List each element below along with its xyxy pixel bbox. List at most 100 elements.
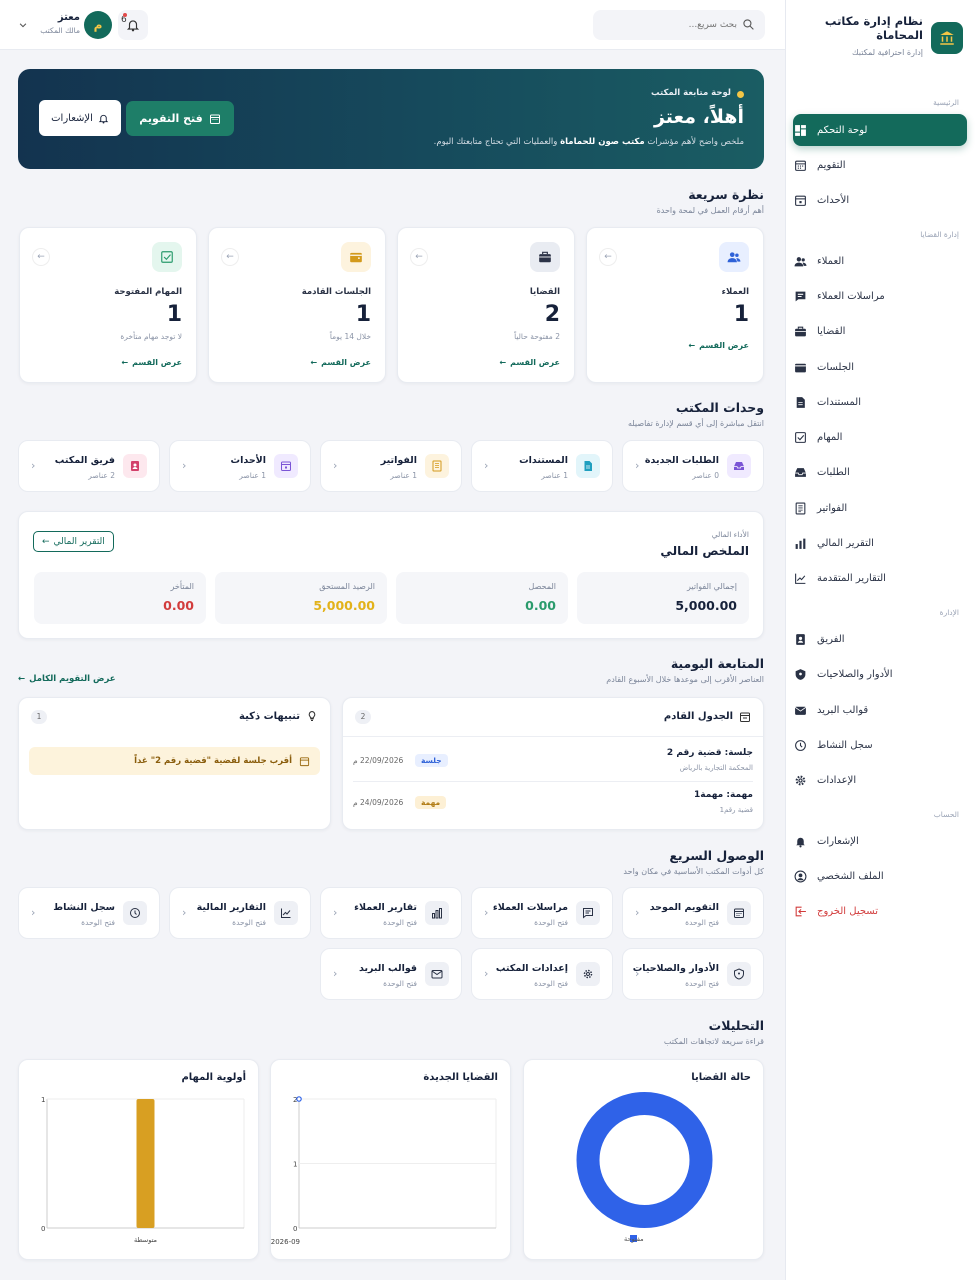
sidebar-item-settings[interactable]: الإعدادات bbox=[793, 767, 961, 793]
analytics-title: التحليلات bbox=[708, 1018, 764, 1033]
unit-card[interactable]: الفواتير 1 عناصر ‹ bbox=[320, 440, 462, 492]
finance-stat-value: 5,000.00 bbox=[675, 598, 737, 613]
notifications-button[interactable]: 6 bbox=[118, 10, 148, 40]
sidebar-item-team[interactable]: الفريق bbox=[793, 626, 961, 652]
unit-card[interactable]: الأحداث 1 عناصر ‹ bbox=[169, 440, 311, 492]
stat-card-sessions[interactable]: ← الجلسات القادمة 1 خلال 14 يوماً عرض القسم ← bbox=[208, 227, 386, 383]
finance-stat-label: الرصيد المستحق bbox=[319, 582, 375, 591]
stat-card-cases[interactable]: ← القضايا 2 2 مفتوحة حالياً عرض القسم ← bbox=[397, 227, 575, 383]
notifications-button[interactable]: الإشعارات bbox=[39, 100, 121, 136]
sidebar-item-financial-report[interactable]: التقرير المالي bbox=[793, 530, 961, 556]
shield-icon bbox=[727, 962, 751, 986]
quick-access-sub: فتح الوحدة bbox=[383, 918, 417, 927]
sidebar-item-client-messages[interactable]: مراسلات العملاء bbox=[793, 283, 961, 309]
sidebar-item-events[interactable]: الأحداث bbox=[793, 187, 961, 213]
sidebar-item-documents[interactable]: المستندات bbox=[793, 389, 961, 415]
sidebar-item-label: الفريق bbox=[817, 633, 845, 645]
y-tick-label: 1 bbox=[293, 1161, 297, 1169]
case-status-chart-card: حالة القضايا مفتوحة bbox=[523, 1059, 764, 1260]
arrow-left-icon: ← bbox=[42, 536, 50, 547]
schedule-row[interactable]: جلسة: قضية رقم 2 المحكمة التجارية بالرياض… bbox=[353, 742, 753, 782]
view-section-link[interactable]: عرض القسم ← bbox=[688, 341, 749, 350]
legend-label: مفتوحة bbox=[624, 1235, 644, 1243]
schedule-count: 2 bbox=[355, 710, 371, 724]
unit-label: الأحداث bbox=[230, 455, 266, 466]
finance-title: الملخص المالي bbox=[660, 544, 749, 558]
quick-access-card[interactable]: إعدادات المكتب فتح الوحدة ‹ bbox=[471, 948, 613, 1000]
inbox-icon bbox=[793, 465, 807, 479]
sidebar-item-dashboard[interactable]: لوحة التحكم bbox=[793, 114, 967, 146]
financial-report-button[interactable]: التقرير المالي ← bbox=[33, 531, 114, 552]
view-section-link[interactable]: عرض القسم ← bbox=[310, 358, 371, 367]
sidebar-item-requests[interactable]: الطلبات bbox=[793, 459, 961, 485]
search-input[interactable] bbox=[593, 10, 765, 40]
bar bbox=[136, 1099, 155, 1228]
arrow-left-icon[interactable]: ← bbox=[410, 248, 428, 266]
sidebar-item-calendar[interactable]: التقويم bbox=[793, 152, 961, 178]
stat-card-tasks[interactable]: ← المهام المفتوحة 1 لا توجد مهام متأخرة عرض … bbox=[19, 227, 197, 383]
quick-access-label: التقويم الموحد bbox=[649, 902, 719, 913]
quick-access-card[interactable]: قوالب البريد فتح الوحدة ‹ bbox=[320, 948, 462, 1000]
open-calendar-button[interactable]: فتح التقويم bbox=[126, 101, 234, 136]
stat-card-clients[interactable]: ← العملاء 1 عرض القسم ← bbox=[586, 227, 764, 383]
hero-kicker: لوحة متابعة المكتب bbox=[650, 88, 731, 98]
stat-label: المهام المفتوحة bbox=[114, 287, 182, 297]
full-calendar-link[interactable]: عرض التقويم الكامل ← bbox=[18, 674, 116, 684]
stat-value: 1 bbox=[355, 302, 371, 327]
chevron-left-icon: ‹ bbox=[333, 967, 338, 980]
quick-access-card[interactable]: التقويم الموحد فتح الوحدة ‹ bbox=[622, 887, 764, 939]
view-section-link[interactable]: عرض القسم ← bbox=[121, 358, 182, 367]
sidebar-item-mail-templates[interactable]: قوالب البريد bbox=[793, 697, 961, 723]
finance-stat: المحصل 0.00 bbox=[396, 572, 568, 624]
clock-icon bbox=[123, 901, 147, 925]
arrow-left-icon[interactable]: ← bbox=[221, 248, 239, 266]
event-icon bbox=[274, 454, 298, 478]
sidebar-item-clients[interactable]: العملاء bbox=[793, 248, 961, 274]
quick-access-card[interactable]: سجل النشاط فتح الوحدة ‹ bbox=[18, 887, 160, 939]
sidebar-item-label: الطلبات bbox=[817, 466, 850, 478]
unit-card[interactable]: فريق المكتب 2 عناصر ‹ bbox=[18, 440, 160, 492]
arrow-left-icon[interactable]: ← bbox=[599, 248, 617, 266]
calendar-icon bbox=[727, 901, 751, 925]
schedule-title: الجدول القادم bbox=[663, 711, 733, 722]
quick-access-card[interactable]: مراسلات العملاء فتح الوحدة ‹ bbox=[471, 887, 613, 939]
quick-access-sub: فتح الوحدة bbox=[685, 979, 719, 988]
unit-label: فريق المكتب bbox=[54, 455, 115, 466]
gear-icon bbox=[576, 962, 600, 986]
unit-count: 0 عناصر bbox=[692, 471, 719, 480]
document-icon bbox=[576, 454, 600, 478]
sidebar-item-tasks[interactable]: المهام bbox=[793, 424, 961, 450]
brand-logo[interactable] bbox=[931, 22, 963, 54]
avatar[interactable]: م bbox=[84, 11, 112, 39]
chevron-left-icon: ‹ bbox=[484, 906, 489, 919]
chevron-down-icon[interactable] bbox=[18, 20, 28, 30]
unit-card[interactable]: المستندات 1 عناصر ‹ bbox=[471, 440, 613, 492]
calendar-icon bbox=[209, 114, 220, 124]
sidebar-item-invoices[interactable]: الفواتير bbox=[793, 495, 961, 521]
pie-slice bbox=[576, 1092, 713, 1228]
checkbox-icon bbox=[793, 430, 807, 444]
stat-value: 1 bbox=[733, 302, 749, 327]
section-label-main: الرئيسية bbox=[933, 98, 959, 107]
stat-note: خلال 14 يوماً bbox=[329, 332, 371, 341]
sidebar-item-advanced-reports[interactable]: التقارير المتقدمة bbox=[793, 565, 961, 591]
quick-access-card[interactable]: تقارير العملاء فتح الوحدة ‹ bbox=[320, 887, 462, 939]
sidebar-item-activity-log[interactable]: سجل النشاط bbox=[793, 732, 961, 758]
alert-item[interactable]: أقرب جلسة لقضية "قضية رقم 2" غداً bbox=[29, 747, 320, 775]
sidebar-item-sessions[interactable]: الجلسات bbox=[793, 354, 961, 380]
sidebar-item-profile[interactable]: الملف الشخصي bbox=[793, 863, 961, 889]
briefcase-icon bbox=[793, 324, 807, 338]
arrow-left-icon[interactable]: ← bbox=[32, 248, 50, 266]
unit-card[interactable]: الطلبات الجديدة 0 عناصر ‹ bbox=[622, 440, 764, 492]
quick-access-card[interactable]: الأدوار والصلاحيات فتح الوحدة ‹ bbox=[622, 948, 764, 1000]
view-section-link[interactable]: عرض القسم ← bbox=[499, 358, 560, 367]
sidebar-item-cases[interactable]: القضايا bbox=[793, 318, 961, 344]
schedule-row[interactable]: مهمة: مهمة1 قضية رقم1 مهمة 24/09/2026 م bbox=[353, 784, 753, 824]
sidebar-item-notifications[interactable]: الإشعارات bbox=[793, 828, 961, 854]
units-subtitle: انتقل مباشرة إلى أي قسم لإدارة تفاصيله bbox=[627, 419, 764, 428]
arrow-left-icon: ← bbox=[688, 341, 696, 350]
quick-access-card[interactable]: التقارير المالية فتح الوحدة ‹ bbox=[169, 887, 311, 939]
sidebar-item-roles[interactable]: الأدوار والصلاحيات bbox=[793, 661, 961, 687]
sidebar-item-logout[interactable]: تسجيل الخروج bbox=[793, 898, 961, 924]
document-icon bbox=[793, 395, 807, 409]
